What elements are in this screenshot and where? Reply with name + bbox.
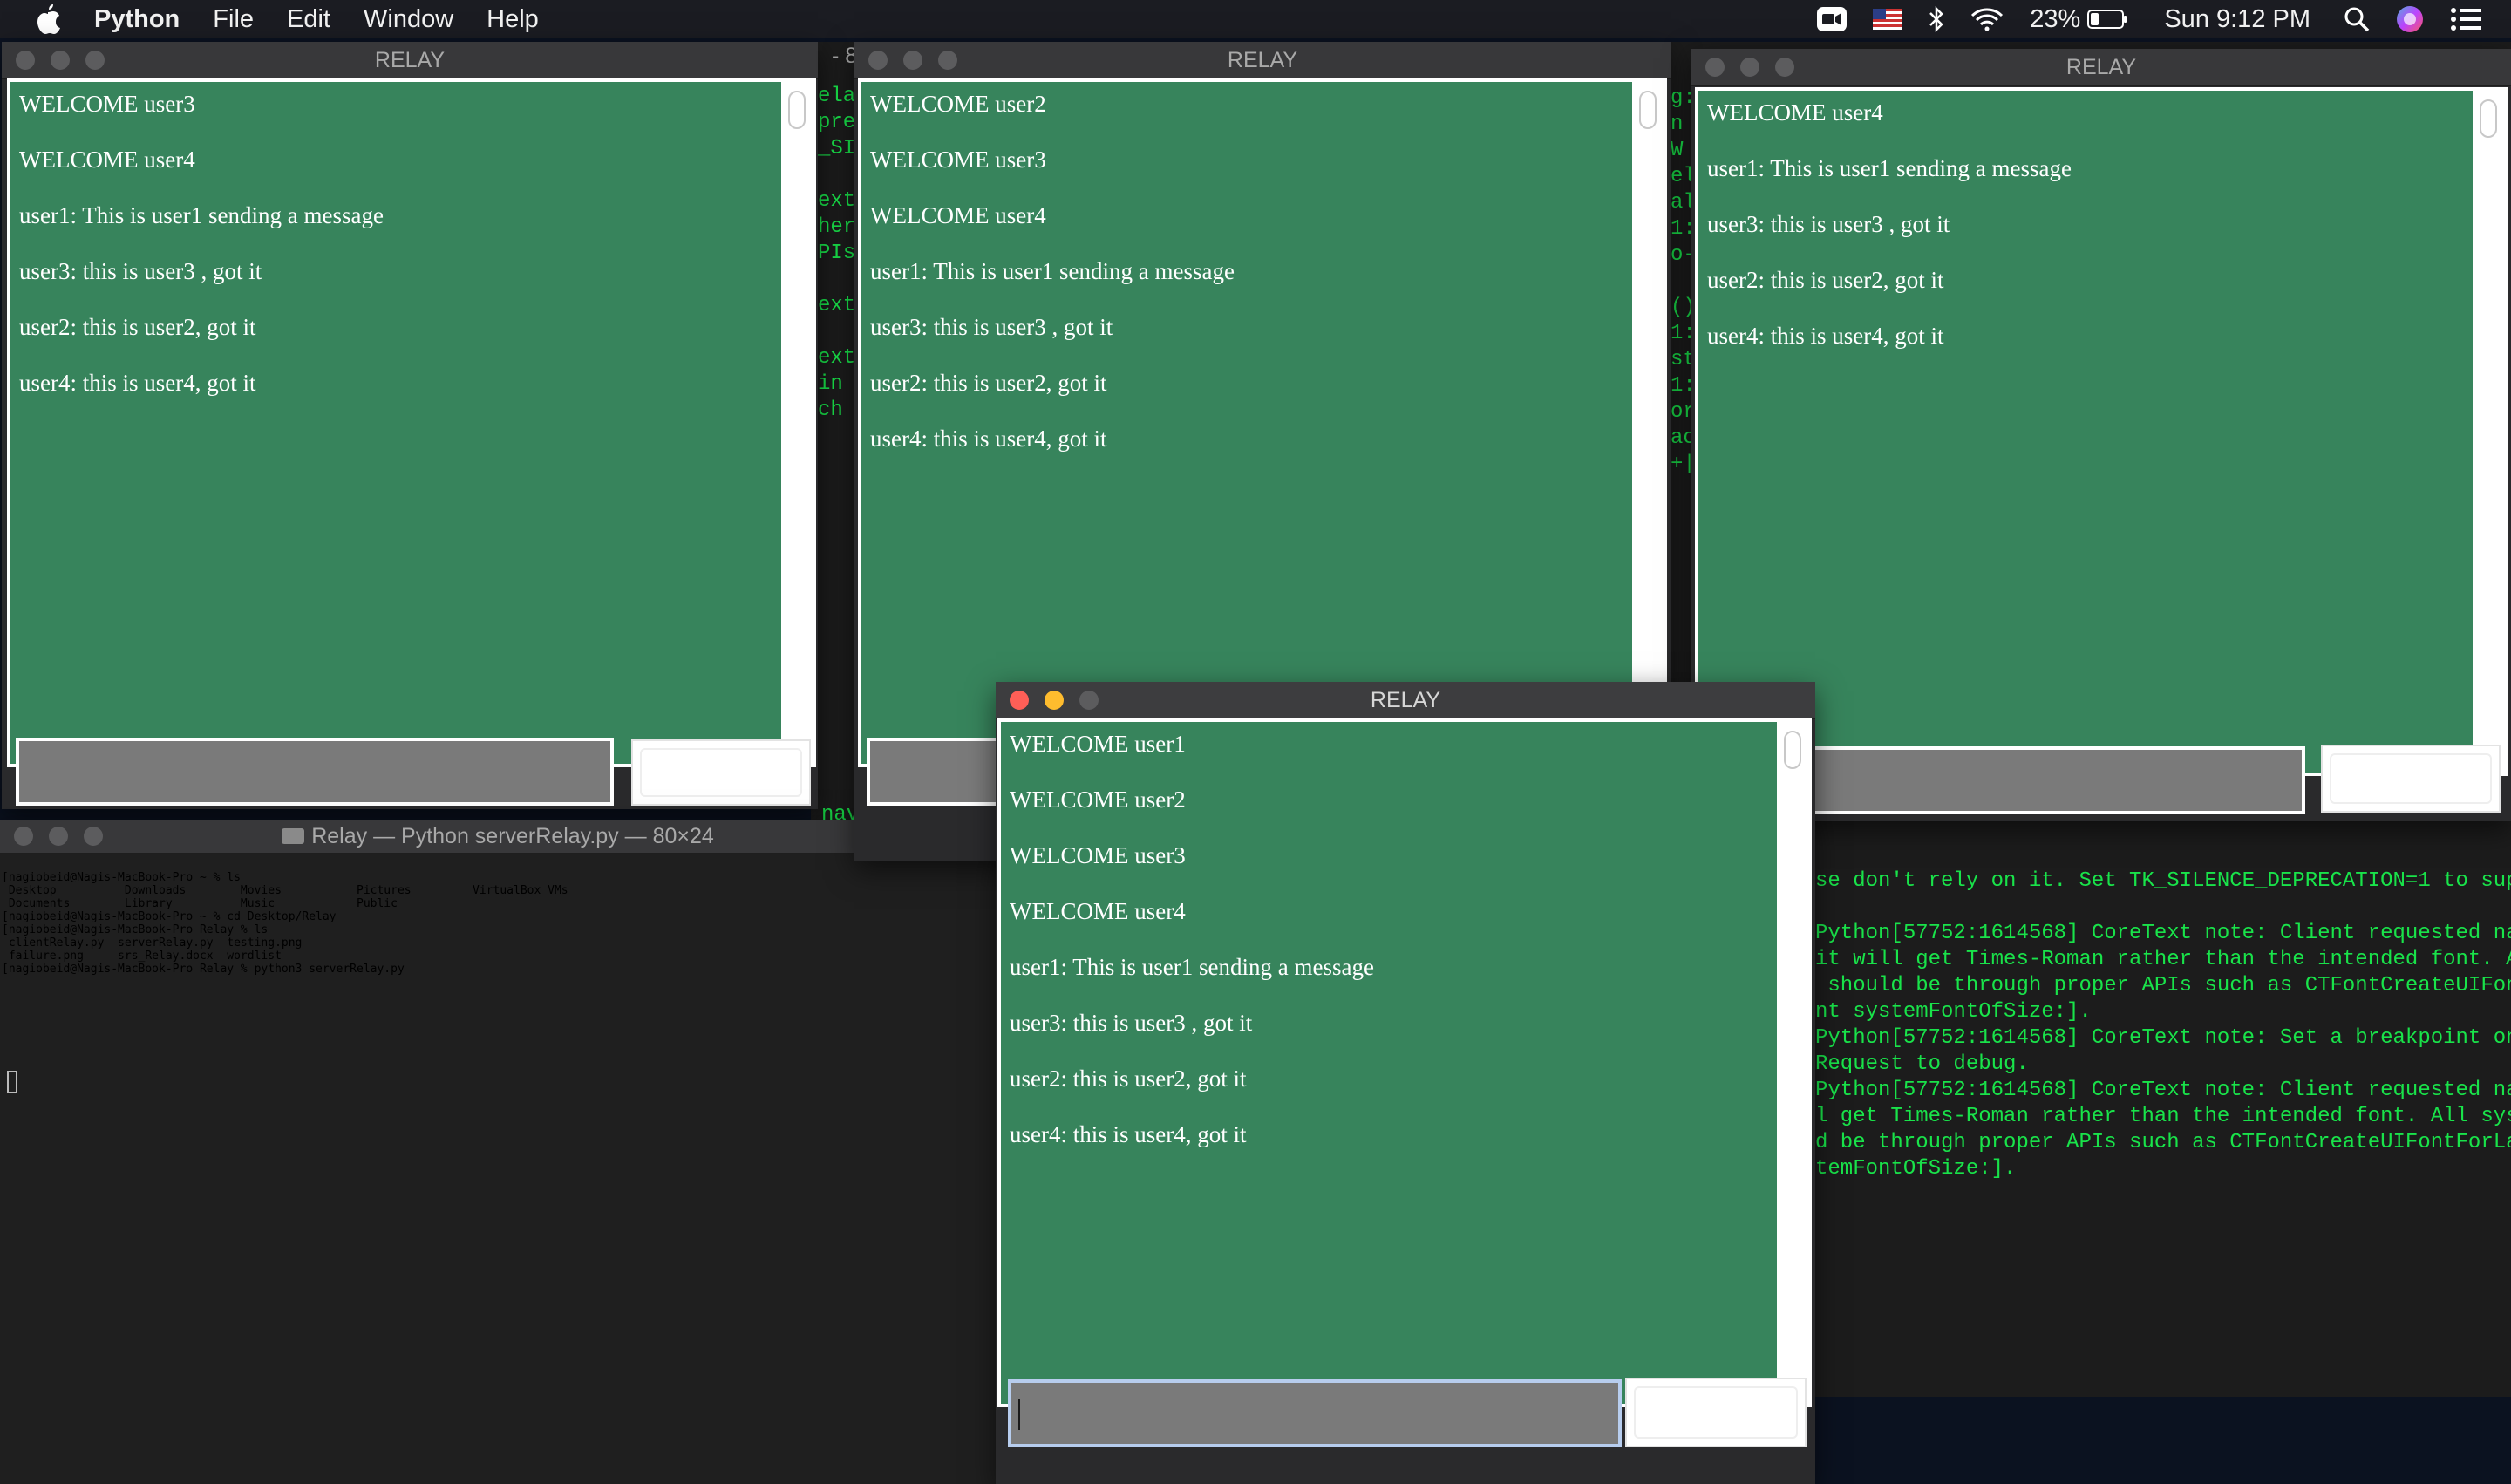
chat-message: user2: this is user2, got it [1010, 1065, 1247, 1092]
chat-message: WELCOME user4 [870, 202, 1046, 228]
siri-icon[interactable] [2396, 5, 2424, 33]
window-title: RELAY [374, 47, 446, 72]
chat-message: user1: This is user1 sending a message [1010, 954, 1374, 980]
chat-scrollbar[interactable] [1632, 82, 1664, 764]
wifi-icon[interactable] [1970, 7, 2004, 31]
chat-scrollbar[interactable] [2473, 91, 2504, 773]
close-button[interactable] [14, 827, 33, 846]
terminal-window: Relay — Python serverRelay.py — 80×24 [n… [0, 820, 996, 1484]
chat-messages[interactable]: WELCOME user2 WELCOME user3 WELCOME user4 u… [858, 78, 1667, 767]
chat-messages[interactable]: WELCOME user1 WELCOME user2 WELCOME user3 W… [997, 718, 1812, 1407]
chat-message: WELCOME user3 [1010, 842, 1186, 868]
window-title: RELAY [1227, 47, 1298, 72]
minimize-button[interactable] [1045, 691, 1064, 710]
close-button[interactable] [1705, 58, 1725, 77]
terminal-title: Relay — Python serverRelay.py — 80×24 [311, 823, 714, 848]
chat-scrollbar[interactable] [1777, 722, 1808, 1404]
send-button[interactable] [2321, 745, 2501, 813]
chat-message: user3: this is user3 , got it [1707, 211, 1950, 237]
menu-app-python[interactable]: Python [94, 5, 180, 34]
terminal-titlebar[interactable]: Relay — Python serverRelay.py — 80×24 [0, 820, 996, 854]
window-title: RELAY [1370, 687, 1441, 712]
zoom-button[interactable] [84, 827, 103, 846]
menu-window[interactable]: Window [364, 5, 453, 34]
menu-bar: Python File Edit Window Help 23% Sun 9:1… [0, 0, 2511, 38]
scrollbar-thumb[interactable] [1639, 91, 1657, 129]
control-center-icon[interactable] [2450, 7, 2481, 31]
us-flag-icon[interactable] [1873, 9, 1903, 30]
chat-message: user3: this is user3 , got it [1010, 1010, 1253, 1036]
zoom-button[interactable] [1775, 58, 1794, 77]
menubar-clock[interactable]: Sun 9:12 PM [2164, 5, 2310, 34]
chat-message: WELCOME user4 [1707, 99, 1883, 126]
message-input[interactable] [1008, 1379, 1622, 1447]
terminal-output[interactable]: [nagiobeid@Nagis-MacBook-Pro ~ % ls Desk… [2, 871, 568, 976]
chat-message: user1: This is user1 sending a message [19, 202, 384, 228]
zoom-button[interactable] [938, 51, 957, 70]
chat-messages[interactable]: WELCOME user3 WELCOME user4 user1: This is… [7, 78, 816, 767]
bluetooth-icon[interactable] [1929, 6, 1944, 32]
folder-icon [282, 828, 305, 844]
menu-edit[interactable]: Edit [287, 5, 330, 34]
chat-message: user3: this is user3 , got it [870, 314, 1113, 340]
chat-message: user4: this is user4, got it [1707, 323, 1944, 349]
search-icon[interactable] [2344, 6, 2370, 32]
zoom-button[interactable] [85, 51, 105, 70]
battery-icon[interactable] [2087, 9, 2127, 30]
chat-message: user2: this is user2, got it [19, 314, 256, 340]
text-cursor [1018, 1399, 1020, 1430]
chat-message: user3: this is user3 , got it [19, 258, 262, 284]
close-button[interactable] [868, 51, 888, 70]
scrollbar-thumb[interactable] [1784, 731, 1801, 769]
send-button[interactable] [631, 739, 811, 806]
chat-message: WELCOME user1 [1010, 731, 1186, 757]
chat-message: user4: this is user4, got it [19, 370, 256, 396]
chat-messages[interactable]: WELCOME user4 user1: This is user1 sendin… [1695, 87, 2508, 776]
window-titlebar[interactable]: RELAY [2, 42, 818, 79]
minimize-button[interactable] [903, 51, 922, 70]
background-terminal-left-strip: ela pre _SI ext her PIs ext ext in ch [818, 85, 856, 422]
chat-message: user2: this is user2, got it [870, 370, 1107, 396]
menu-file[interactable]: File [213, 5, 254, 34]
chat-message: user1: This is user1 sending a message [870, 258, 1235, 284]
close-button[interactable] [16, 51, 35, 70]
scrollbar-thumb[interactable] [2480, 99, 2497, 138]
background-terminal-output: se don't rely on it. Set TK_SILENCE_DEPR… [1815, 869, 2511, 1181]
chat-scrollbar[interactable] [781, 82, 813, 764]
minimize-button[interactable] [1740, 58, 1759, 77]
window-title: RELAY [2065, 54, 2137, 79]
relay-window-user3: RELAY WELCOME user3 WELCOME user4 user1: T… [2, 42, 818, 809]
window-titlebar[interactable]: RELAY [854, 42, 1671, 79]
chat-message: user1: This is user1 sending a message [1707, 155, 2072, 181]
terminal-cursor [7, 1071, 17, 1093]
window-titlebar[interactable]: RELAY [996, 682, 1815, 719]
zoom-icon[interactable] [1817, 7, 1848, 31]
apple-icon[interactable] [33, 4, 63, 34]
relay-window-user1: RELAY WELCOME user1 WELCOME user2 WELCOME … [996, 682, 1815, 1484]
scrollbar-thumb[interactable] [788, 91, 806, 129]
minimize-button[interactable] [49, 827, 68, 846]
chat-message: user2: this is user2, got it [1707, 267, 1944, 293]
chat-message: WELCOME user2 [870, 91, 1046, 117]
chat-message: WELCOME user3 [19, 91, 195, 117]
send-button[interactable] [1625, 1378, 1807, 1447]
chat-message: WELCOME user4 [19, 146, 195, 173]
close-button[interactable] [1010, 691, 1029, 710]
menu-help[interactable]: Help [487, 5, 539, 34]
chat-message: user4: this is user4, got it [870, 425, 1107, 452]
message-input[interactable] [16, 738, 614, 806]
battery-percent: 23% [2030, 4, 2081, 33]
window-titlebar[interactable]: RELAY [1691, 49, 2511, 86]
chat-message: WELCOME user3 [870, 146, 1046, 173]
chat-message: user4: this is user4, got it [1010, 1121, 1247, 1147]
zoom-button[interactable] [1079, 691, 1099, 710]
chat-message: WELCOME user4 [1010, 898, 1186, 924]
chat-message: WELCOME user2 [1010, 786, 1186, 813]
minimize-button[interactable] [51, 51, 70, 70]
